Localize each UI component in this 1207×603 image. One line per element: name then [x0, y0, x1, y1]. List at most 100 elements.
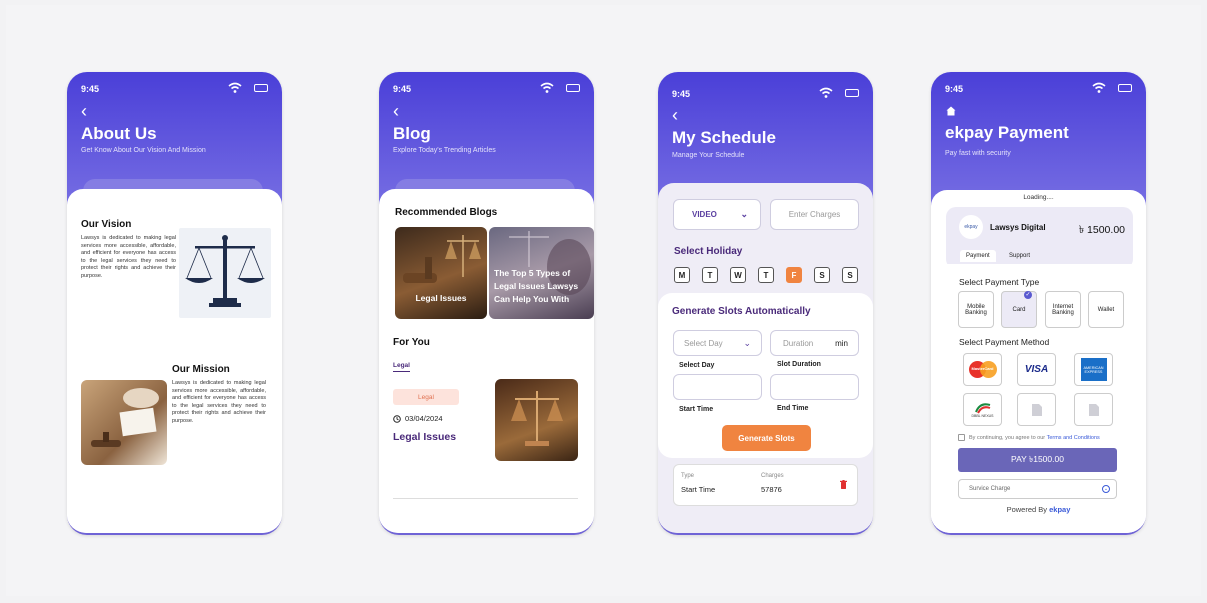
article-date: 03/04/2024	[393, 414, 443, 423]
type-value: Start Time	[681, 485, 716, 494]
content-card: Our Vision Lawsys is dedicated to making…	[67, 189, 282, 533]
mastercard-option[interactable]: MasterCard	[963, 353, 1002, 386]
terms-link[interactable]: Terms and Conditions	[1047, 435, 1100, 441]
payment-form: Select Payment Type Mobile Banking Card ✓…	[931, 264, 1146, 533]
session-type-value: VIDEO	[692, 210, 717, 219]
merchant-name: Lawsys Digital	[990, 223, 1046, 232]
tab-support[interactable]: Support	[1003, 250, 1036, 262]
payment-type-title: Select Payment Type	[959, 277, 1040, 287]
back-arrow-icon[interactable]: ‹	[672, 106, 678, 124]
page-subtitle: Get Know About Our Vision And Mission	[81, 147, 206, 154]
pay-button[interactable]: PAY ৳1500.00	[958, 448, 1117, 472]
generate-slots-title: Generate Slots Automatically	[672, 306, 811, 317]
slot-duration-label: Slot Duration	[777, 361, 821, 368]
blog-card-legal-issues[interactable]: Legal Issues	[395, 227, 487, 319]
nexus-label: DBBL NEXUS	[971, 413, 994, 418]
page-title: ekpay Payment	[945, 123, 1069, 142]
generate-slots-button[interactable]: Generate Slots	[722, 425, 811, 451]
payment-option-placeholder[interactable]	[1017, 393, 1056, 426]
charges-label: Charges	[761, 473, 784, 479]
day-sunday[interactable]: S	[842, 267, 858, 283]
page-subtitle: Explore Today's Trending Articles	[393, 147, 496, 154]
status-time: 9:45	[672, 89, 691, 99]
payment-type-internet-banking[interactable]: Internet Banking	[1045, 291, 1081, 328]
duration-unit: min	[835, 338, 848, 348]
type-label: Type	[681, 473, 695, 479]
article-thumbnail	[495, 379, 578, 461]
duration-placeholder: Duration	[783, 338, 814, 348]
visa-option[interactable]: VISA	[1017, 353, 1056, 386]
category-badge: Legal	[393, 389, 459, 405]
battery-icon	[254, 84, 268, 92]
end-time-label: End Time	[777, 405, 809, 412]
contract-signing-image	[81, 380, 167, 465]
charges-input[interactable]: Enter Charges	[770, 199, 859, 230]
vision-title: Our Vision	[81, 219, 132, 230]
blog-card-title: The Top 5 Types of Legal Issues Lawsys C…	[494, 268, 579, 304]
day-friday-selected[interactable]: F	[786, 267, 802, 283]
mission-title: Our Mission	[172, 364, 230, 375]
nexus-logo-icon	[974, 402, 990, 413]
scales-of-justice-image	[179, 228, 271, 318]
day-picker: M T W T F S S	[674, 267, 864, 283]
chevron-down-icon: ⌄	[740, 209, 748, 219]
chevron-down-circle-icon: ⌄	[1102, 485, 1110, 493]
start-time-label: Start Time	[679, 406, 714, 413]
mission-text: Lawsys is dedicated to making legal serv…	[172, 380, 266, 424]
for-you-title: For You	[393, 337, 430, 348]
date-text: 03/04/2024	[405, 414, 443, 423]
duration-input[interactable]: Duration min	[770, 330, 859, 356]
day-monday[interactable]: M	[674, 267, 690, 283]
ekpay-brand: ekpay	[1049, 505, 1071, 514]
mastercard-logo-text: MasterCard	[971, 366, 994, 371]
tab-legal[interactable]: Legal	[393, 362, 410, 372]
status-time: 9:45	[81, 84, 100, 94]
status-bar: 9:45	[393, 82, 580, 94]
about-us-screen: 9:45 ‹ About Us Get Know About Our Visio…	[67, 72, 282, 535]
dbbl-nexus-option[interactable]: DBBL NEXUS	[963, 393, 1002, 426]
blog-card-title: Legal Issues	[415, 293, 467, 303]
payment-method-title: Select Payment Method	[959, 337, 1050, 347]
battery-icon	[845, 89, 859, 97]
blog-card-top-5-types[interactable]: The Top 5 Types of Legal Issues Lawsys C…	[489, 227, 594, 319]
back-arrow-icon[interactable]: ‹	[81, 102, 87, 120]
my-schedule-screen: 9:45 ‹ My Schedule Manage Your Schedule …	[658, 72, 873, 535]
status-bar: 9:45	[81, 82, 268, 94]
terms-row: By continuing, you agree to our Terms an…	[958, 434, 1100, 441]
home-icon[interactable]	[946, 106, 956, 116]
payment-type-wallet[interactable]: Wallet	[1088, 291, 1124, 328]
document-icon	[1031, 403, 1042, 416]
select-holiday-title: Select Holiday	[674, 246, 743, 257]
article-title[interactable]: Legal Issues	[393, 431, 456, 443]
day-thursday[interactable]: T	[758, 267, 774, 283]
select-day-placeholder: Select Day	[684, 338, 723, 348]
battery-icon	[1118, 84, 1132, 92]
payment-type-mobile-banking[interactable]: Mobile Banking	[958, 291, 994, 328]
trash-icon[interactable]	[840, 480, 847, 489]
select-day-dropdown[interactable]: Select Day ⌄	[673, 330, 762, 356]
day-saturday[interactable]: S	[814, 267, 830, 283]
charges-value: 57876	[761, 485, 782, 494]
amex-option[interactable]: AMERICAN EXPRESS	[1074, 353, 1113, 386]
end-time-input[interactable]	[770, 374, 859, 400]
day-tuesday[interactable]: T	[702, 267, 718, 283]
terms-checkbox[interactable]	[958, 434, 965, 441]
ekpay-payment-screen: 9:45 ekpay Payment Pay fast with securit…	[931, 72, 1146, 535]
generate-slots-panel: Generate Slots Automatically Select Day ⌄…	[658, 293, 873, 458]
session-type-select[interactable]: VIDEO ⌄	[673, 199, 761, 230]
back-arrow-icon[interactable]: ‹	[393, 102, 399, 120]
vision-text: Lawsys is dedicated to making legal serv…	[81, 235, 176, 279]
day-wednesday[interactable]: W	[730, 267, 746, 283]
wifi-icon	[819, 87, 833, 98]
battery-icon	[566, 84, 580, 92]
divider	[393, 498, 578, 499]
terms-text: By continuing, you agree to our Terms an…	[969, 435, 1100, 441]
start-time-input[interactable]	[673, 374, 762, 400]
payment-option-placeholder[interactable]	[1074, 393, 1113, 426]
wifi-icon	[540, 82, 554, 93]
merchant-panel: ekpay Lawsys Digital ৳ 1500.00 Payment S…	[946, 207, 1133, 269]
content-card: VIDEO ⌄ Enter Charges Select Holiday M T …	[658, 183, 873, 533]
payment-type-card-selected[interactable]: Card ✓	[1001, 291, 1037, 328]
tab-payment[interactable]: Payment	[960, 250, 996, 262]
service-charge-dropdown[interactable]: Survice Charge ⌄	[958, 479, 1117, 499]
